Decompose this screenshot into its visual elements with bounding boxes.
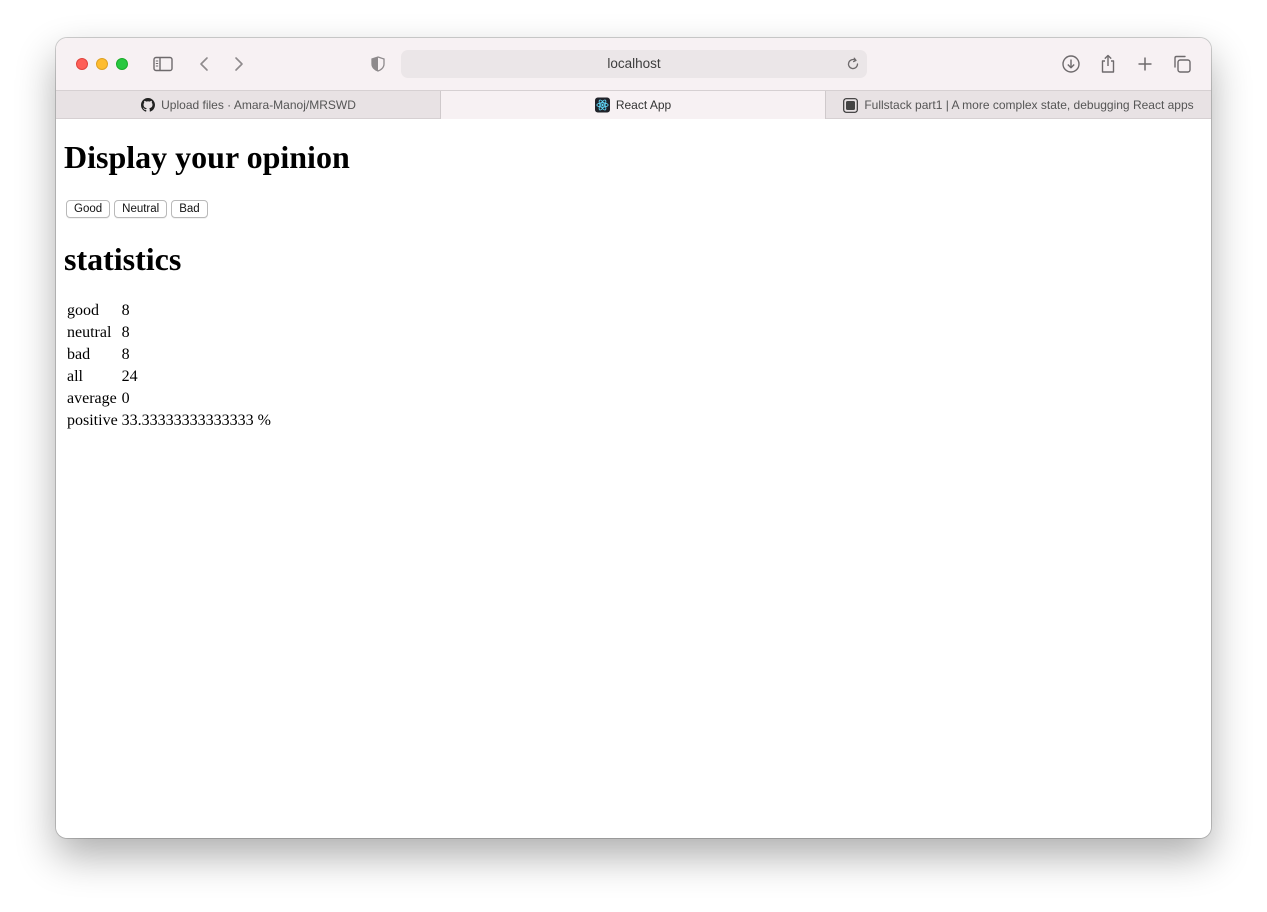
page-title: Display your opinion xyxy=(64,139,350,175)
reload-icon[interactable] xyxy=(845,56,861,72)
stat-value: 8 xyxy=(121,346,130,363)
stat-label: average xyxy=(67,390,117,407)
stat-label: all xyxy=(67,368,83,385)
table-row: neutral 8 xyxy=(65,322,273,344)
neutral-button[interactable]: Neutral xyxy=(114,200,168,218)
address-bar-url: localhost xyxy=(607,56,661,71)
statistics-table: good 8 neutral 8 bad 8 all 24 average 0 posit… xyxy=(65,300,273,432)
table-row: positive 33.33333333333333 % xyxy=(65,410,273,432)
tab-fullstack-part1[interactable]: Fullstack part1 | A more complex state, … xyxy=(825,91,1211,119)
fullstack-icon xyxy=(843,97,859,113)
browser-toolbar: localhost xyxy=(56,38,1211,90)
feedback-buttons: Good Neutral Bad xyxy=(66,200,208,218)
table-row: bad 8 xyxy=(65,344,273,366)
statistics-heading: statistics xyxy=(64,241,182,277)
tab-label: Upload files · Amara-Manoj/MRSWD xyxy=(161,98,356,112)
back-icon[interactable] xyxy=(192,52,216,76)
new-tab-icon[interactable] xyxy=(1133,52,1157,76)
sidebar-toggle-icon[interactable] xyxy=(151,52,175,76)
page-content: Display your opinion Good Neutral Bad st… xyxy=(56,119,1211,838)
table-row: average 0 xyxy=(65,388,273,410)
stat-value: 24 xyxy=(121,368,138,385)
table-row: all 24 xyxy=(65,366,273,388)
close-window-button[interactable] xyxy=(76,58,88,70)
stat-value: 33.33333333333333 % xyxy=(121,412,271,429)
tab-bar: Upload files · Amara-Manoj/MRSWD React A… xyxy=(56,90,1211,119)
stat-label: good xyxy=(67,302,99,319)
stat-label: bad xyxy=(67,346,91,363)
bad-button[interactable]: Bad xyxy=(171,200,208,218)
react-icon xyxy=(594,97,610,113)
stat-value: 0 xyxy=(121,390,130,407)
good-button[interactable]: Good xyxy=(66,200,111,218)
table-row: good 8 xyxy=(65,300,273,322)
privacy-shield-icon[interactable] xyxy=(366,52,390,76)
stat-value: 8 xyxy=(121,302,130,319)
minimize-window-button[interactable] xyxy=(96,58,108,70)
downloads-icon[interactable] xyxy=(1059,52,1083,76)
stat-label: neutral xyxy=(67,324,112,341)
stat-label: positive xyxy=(67,412,118,429)
address-bar[interactable]: localhost xyxy=(401,50,867,78)
tab-upload-files[interactable]: Upload files · Amara-Manoj/MRSWD xyxy=(56,91,441,119)
share-icon[interactable] xyxy=(1096,52,1120,76)
tab-react-app[interactable]: React App xyxy=(441,91,825,119)
tab-label: React App xyxy=(615,98,672,112)
browser-window: localhost Upload files · Amara-Manoj/MRS… xyxy=(56,38,1211,838)
tab-label: Fullstack part1 | A more complex state, … xyxy=(864,98,1194,112)
github-icon xyxy=(140,98,155,113)
tab-overview-icon[interactable] xyxy=(1170,52,1194,76)
zoom-window-button[interactable] xyxy=(116,58,128,70)
forward-icon[interactable] xyxy=(227,52,251,76)
stat-value: 8 xyxy=(121,324,130,341)
